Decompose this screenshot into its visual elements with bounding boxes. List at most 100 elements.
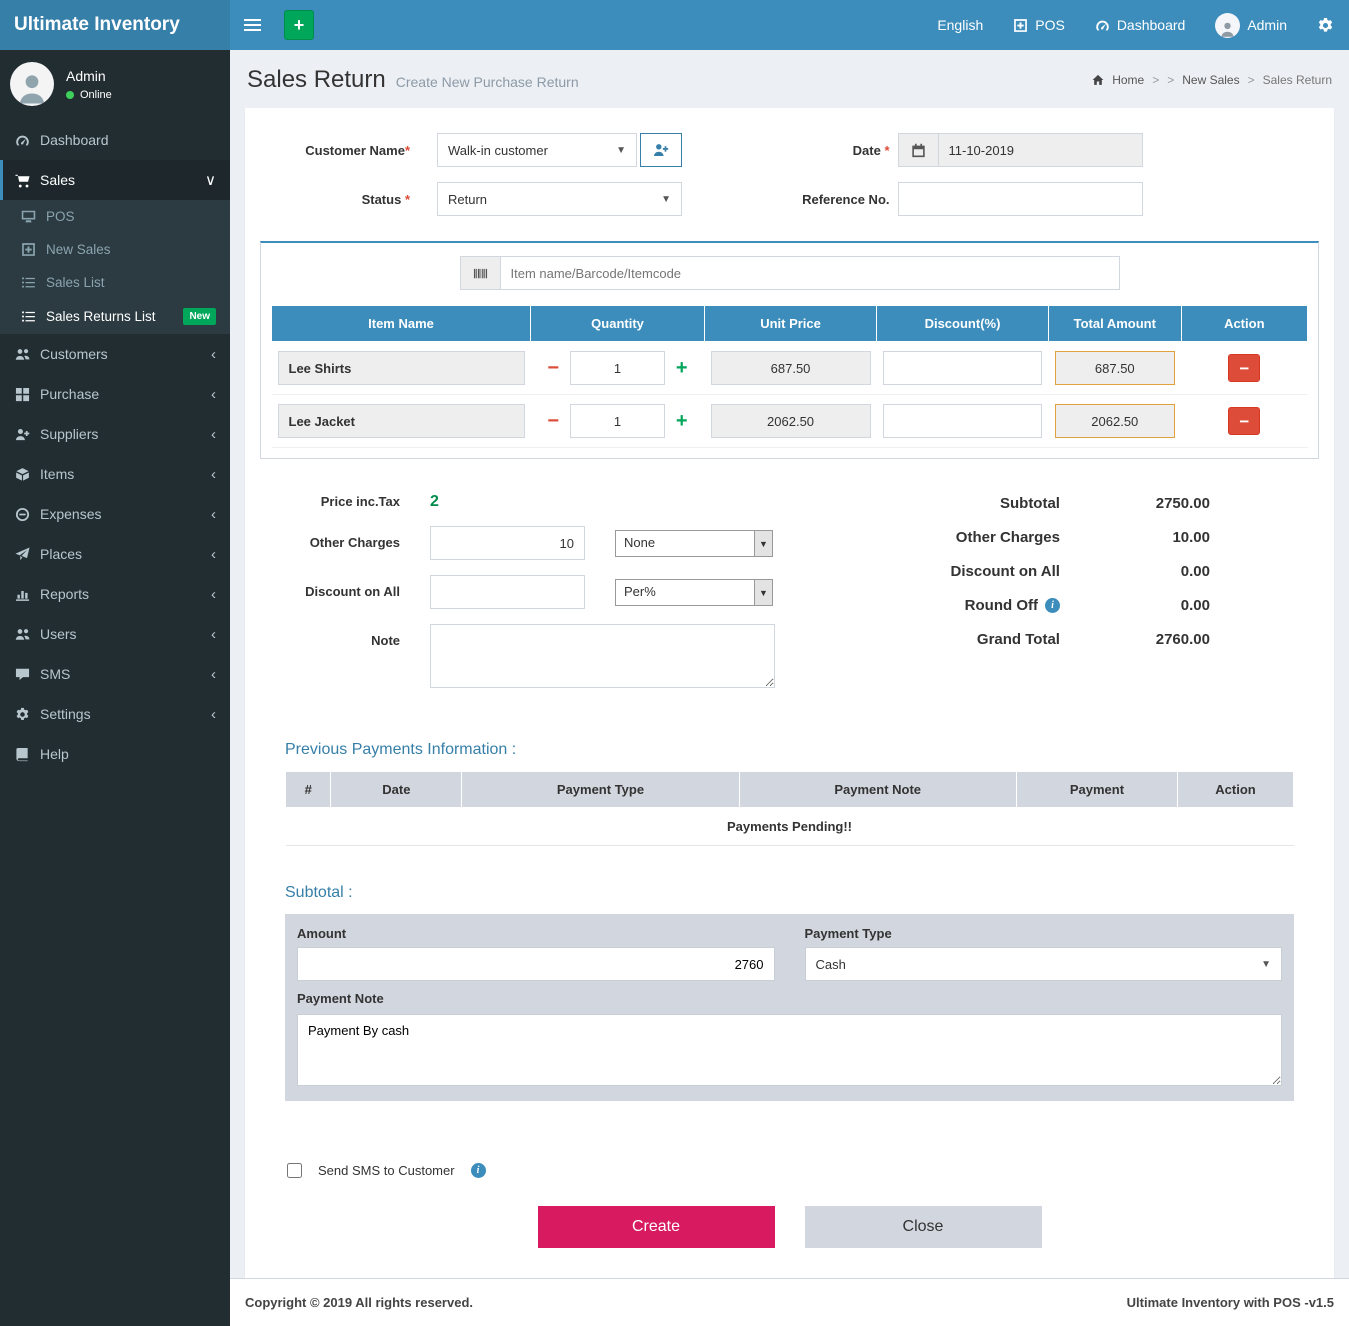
summary-label: Subtotal bbox=[1000, 495, 1060, 512]
date-input[interactable] bbox=[938, 133, 1143, 167]
payment-entry-box: Amount Payment Type Cash ▼ Payment Note … bbox=[285, 914, 1294, 1101]
cart-icon bbox=[15, 173, 30, 188]
sidebar-item-suppliers[interactable]: Suppliers ‹ bbox=[0, 414, 230, 454]
sidebar-item-expenses[interactable]: Expenses ‹ bbox=[0, 494, 230, 534]
quantity-increase-button[interactable]: + bbox=[665, 411, 699, 431]
sidebar-item-help[interactable]: Help bbox=[0, 734, 230, 774]
summary-value: 2750.00 bbox=[1060, 495, 1210, 512]
copyright-text: Copyright © 2019 All rights reserved. bbox=[245, 1295, 473, 1310]
sidebar-item-customers[interactable]: Customers ‹ bbox=[0, 334, 230, 374]
label-text: Date bbox=[853, 143, 881, 158]
items-panel: Item Name Quantity Unit Price Discount(%… bbox=[260, 241, 1319, 459]
calendar-addon[interactable] bbox=[898, 133, 938, 167]
sidebar-item-purchase[interactable]: Purchase ‹ bbox=[0, 374, 230, 414]
payment-note-field-group: Payment Note Payment By cash bbox=[297, 991, 1282, 1089]
total-amount-input[interactable] bbox=[1055, 404, 1175, 438]
item-name-input[interactable] bbox=[278, 351, 525, 385]
sidebar-item-sms[interactable]: SMS ‹ bbox=[0, 654, 230, 694]
unit-price-input[interactable] bbox=[711, 351, 871, 385]
other-charges-type-select[interactable]: None ▼ bbox=[615, 530, 773, 557]
close-button[interactable]: Close bbox=[805, 1206, 1042, 1248]
customer-select[interactable]: Walk-in customer ▼ bbox=[437, 133, 637, 167]
quantity-input[interactable] bbox=[570, 351, 665, 385]
discount-input[interactable] bbox=[883, 404, 1043, 438]
payment-type-select[interactable]: Cash ▼ bbox=[805, 947, 1283, 981]
nav-settings-button[interactable] bbox=[1302, 0, 1349, 50]
form-actions: Create Close bbox=[260, 1206, 1319, 1248]
amount-input[interactable] bbox=[297, 947, 775, 981]
quantity-input[interactable] bbox=[570, 404, 665, 438]
sidebar: Admin Online Dashboard Sales ∨ POS bbox=[0, 50, 230, 1326]
page-footer: Copyright © 2019 All rights reserved. Ul… bbox=[230, 1278, 1349, 1326]
remove-item-button[interactable]: − bbox=[1228, 407, 1260, 435]
item-search-input[interactable] bbox=[500, 256, 1120, 290]
other-charges-input[interactable] bbox=[430, 526, 585, 560]
page-subtitle: Create New Purchase Return bbox=[396, 74, 579, 90]
breadcrumb-current: Sales Return bbox=[1263, 73, 1332, 87]
column-header-unit-price: Unit Price bbox=[705, 306, 877, 342]
quantity-decrease-button[interactable]: − bbox=[537, 411, 571, 431]
sidebar-item-settings[interactable]: Settings ‹ bbox=[0, 694, 230, 734]
sidebar-item-places[interactable]: Places ‹ bbox=[0, 534, 230, 574]
discount-type-value: Per% bbox=[616, 580, 754, 605]
note-textarea[interactable] bbox=[430, 624, 775, 688]
sidebar-item-label: Sales bbox=[40, 172, 75, 188]
info-icon[interactable]: i bbox=[471, 1163, 486, 1178]
user-menu[interactable]: Admin bbox=[1200, 0, 1302, 50]
payments-table-header: # Date Payment Type Payment Note Payment… bbox=[286, 772, 1294, 808]
note-label: Note bbox=[260, 624, 400, 648]
item-name-input[interactable] bbox=[278, 404, 525, 438]
language-menu[interactable]: English bbox=[922, 0, 998, 50]
summary-value: 2760.00 bbox=[1060, 631, 1210, 648]
breadcrumb-new-sales[interactable]: New Sales bbox=[1182, 73, 1239, 87]
create-button[interactable]: Create bbox=[538, 1206, 775, 1248]
total-amount-input[interactable] bbox=[1055, 351, 1175, 385]
payment-note-textarea[interactable]: Payment By cash bbox=[297, 1014, 1282, 1086]
sidebar-item-reports[interactable]: Reports ‹ bbox=[0, 574, 230, 614]
remove-item-button[interactable]: − bbox=[1228, 354, 1260, 382]
new-badge: New bbox=[183, 308, 216, 325]
add-customer-button[interactable] bbox=[640, 133, 682, 167]
unit-price-input[interactable] bbox=[711, 404, 871, 438]
reference-input[interactable] bbox=[898, 182, 1143, 216]
info-icon[interactable]: i bbox=[1045, 598, 1060, 613]
sidebar-item-new-sales[interactable]: New Sales bbox=[0, 233, 230, 266]
home-icon bbox=[1092, 74, 1104, 86]
app-brand[interactable]: Ultimate Inventory bbox=[0, 0, 230, 50]
sidebar-item-label: Sales List bbox=[46, 275, 105, 290]
sidebar-toggle-button[interactable] bbox=[230, 0, 274, 50]
discount-type-select[interactable]: Per% ▼ bbox=[615, 579, 773, 606]
label-text: Status bbox=[362, 192, 402, 207]
status-select[interactable]: Return ▼ bbox=[437, 182, 682, 216]
summary-row-other-charges: Other Charges 10.00 bbox=[811, 529, 1319, 546]
column-header-payment-type: Payment Type bbox=[462, 772, 739, 808]
sidebar-item-sales-returns-list[interactable]: Sales Returns List New bbox=[0, 299, 230, 334]
pos-screen-icon bbox=[21, 209, 36, 224]
column-header-action: Action bbox=[1178, 772, 1294, 808]
quick-add-button[interactable]: + bbox=[284, 10, 314, 40]
items-table-header: Item Name Quantity Unit Price Discount(%… bbox=[272, 306, 1308, 342]
sidebar-item-dashboard[interactable]: Dashboard bbox=[0, 120, 230, 160]
page-title-text: Sales Return bbox=[247, 66, 386, 94]
sidebar-item-pos[interactable]: POS bbox=[0, 200, 230, 233]
sidebar-item-sales[interactable]: Sales ∨ bbox=[0, 160, 230, 200]
reference-field-group: Reference No. bbox=[790, 182, 1320, 216]
amount-label: Amount bbox=[297, 926, 775, 941]
send-sms-checkbox[interactable] bbox=[287, 1163, 302, 1178]
quantity-increase-button[interactable]: + bbox=[665, 358, 699, 378]
quantity-decrease-button[interactable]: − bbox=[537, 358, 571, 378]
discount-on-all-input[interactable] bbox=[430, 575, 585, 609]
nav-dashboard-link[interactable]: Dashboard bbox=[1080, 0, 1201, 50]
sidebar-item-sales-list[interactable]: Sales List bbox=[0, 266, 230, 299]
sidebar-item-label: New Sales bbox=[46, 242, 111, 257]
nav-pos-link[interactable]: POS bbox=[998, 0, 1080, 50]
sidebar-item-users[interactable]: Users ‹ bbox=[0, 614, 230, 654]
users-icon bbox=[15, 627, 30, 642]
sidebar-item-items[interactable]: Items ‹ bbox=[0, 454, 230, 494]
price-inc-tax-row: Price inc.Tax 2 bbox=[260, 491, 811, 511]
column-header-payment: Payment bbox=[1016, 772, 1177, 808]
charges-left-column: Price inc.Tax 2 Other Charges None ▼ Dis… bbox=[260, 491, 811, 703]
discount-input[interactable] bbox=[883, 351, 1043, 385]
breadcrumb-home[interactable]: Home bbox=[1112, 73, 1144, 87]
breadcrumb-separator: > bbox=[1167, 73, 1174, 87]
